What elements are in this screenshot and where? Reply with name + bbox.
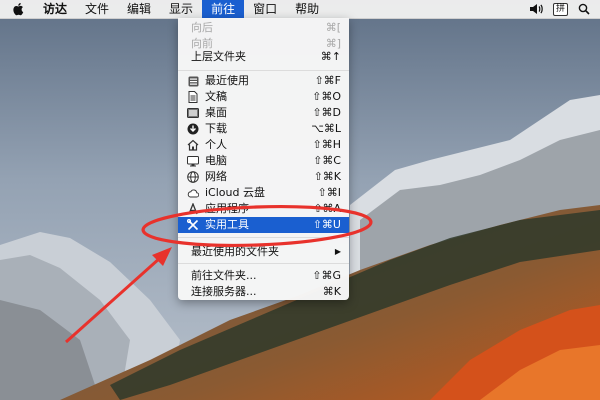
menu-item-enclosing-folder[interactable]: 上层文件夹 ⌘↑ (178, 49, 349, 65)
menubar-view[interactable]: 显示 (160, 0, 202, 18)
cloud-icon (187, 187, 199, 199)
utilities-icon (187, 219, 199, 231)
menu-item-go-to-folder[interactable]: 前往文件夹... ⇧⌘G (178, 268, 349, 284)
menubar-window[interactable]: 窗口 (244, 0, 286, 18)
menu-item-label: 个人 (205, 138, 227, 151)
globe-icon (187, 171, 199, 183)
menu-item-shortcut: ⌘[ (325, 21, 341, 34)
menu-item-label: 连接服务器... (191, 285, 257, 298)
menu-item-documents[interactable]: 文稿 ⇧⌘O (178, 89, 349, 105)
menubar-edit[interactable]: 编辑 (118, 0, 160, 18)
menu-separator (178, 70, 349, 71)
menu-item-shortcut: ⇧⌘H (312, 138, 342, 151)
menu-item-shortcut: ⇧⌘O (312, 90, 341, 103)
menu-item-shortcut: ⇧⌘C (313, 154, 341, 167)
menu-item-shortcut: ⇧⌘D (312, 106, 341, 119)
menu-bar: 访达 文件 编辑 显示 前往 窗口 帮助 拼 (0, 0, 600, 19)
download-icon (187, 123, 199, 135)
menu-item-utilities[interactable]: 实用工具 ⇧⌘U (178, 217, 349, 233)
menu-separator (178, 263, 349, 264)
menu-item-shortcut: ⇧⌘F (314, 74, 341, 87)
menubar-file[interactable]: 文件 (76, 0, 118, 18)
menu-item-shortcut: ⇧⌘G (312, 269, 341, 282)
menubar-go[interactable]: 前往 (202, 0, 245, 18)
menu-item-recent-folders[interactable]: 最近使用的文件夹 ▶ (178, 244, 349, 260)
document-icon (187, 91, 199, 103)
menu-item-shortcut: ⇧⌘U (312, 218, 341, 231)
menu-item-applications[interactable]: 应用程序 ⇧⌘A (178, 201, 349, 217)
menu-item-label: 桌面 (205, 106, 227, 119)
menu-item-home[interactable]: 个人 ⇧⌘H (178, 137, 349, 153)
menu-item-label: 实用工具 (205, 218, 249, 231)
desktop-icon (187, 107, 199, 119)
menu-item-label: 最近使用 (205, 74, 249, 87)
menu-item-label: 应用程序 (205, 202, 249, 215)
menu-item-label: 下载 (205, 122, 227, 135)
menu-item-connect-to-server[interactable]: 连接服务器... ⌘K (178, 284, 349, 300)
menu-item-label: 上层文件夹 (191, 50, 246, 63)
applications-icon (187, 203, 199, 215)
menu-item-label: 最近使用的文件夹 (191, 245, 279, 258)
menubar-finder[interactable]: 访达 (34, 0, 76, 18)
clock-icon (187, 75, 199, 87)
volume-icon[interactable] (529, 3, 543, 15)
spotlight-search-icon[interactable] (578, 3, 590, 15)
menu-item-label: 向后 (191, 21, 213, 34)
input-method-indicator[interactable]: 拼 (552, 2, 568, 16)
menu-item-downloads[interactable]: 下载 ⌥⌘L (178, 121, 349, 137)
go-menu-dropdown: 向后 ⌘[ 向前 ⌘] 上层文件夹 ⌘↑ 最近使用 ⇧⌘F 文稿 ⇧⌘O 桌面 … (178, 18, 349, 300)
menu-item-recents[interactable]: 最近使用 ⇧⌘F (178, 73, 349, 89)
home-icon (187, 139, 199, 151)
menu-item-computer[interactable]: 电脑 ⇧⌘C (178, 153, 349, 169)
menu-item-label: 网络 (205, 170, 227, 183)
computer-icon (187, 155, 199, 167)
menubar-help[interactable]: 帮助 (286, 0, 328, 18)
submenu-arrow-icon: ▶ (334, 247, 341, 256)
menu-separator (178, 237, 349, 238)
menu-item-shortcut: ⇧⌘I (317, 186, 341, 199)
menu-item-shortcut: ⌥⌘L (311, 122, 341, 135)
menu-item-shortcut: ⌘↑ (320, 50, 341, 63)
menu-item-shortcut: ⌘K (322, 285, 341, 298)
apple-icon[interactable] (10, 1, 26, 17)
menu-item-desktop[interactable]: 桌面 ⇧⌘D (178, 105, 349, 121)
menu-item-label: 电脑 (205, 154, 227, 167)
menu-item-icloud-drive[interactable]: iCloud 云盘 ⇧⌘I (178, 185, 349, 201)
menu-item-back[interactable]: 向后 ⌘[ (178, 20, 349, 36)
menu-item-network[interactable]: 网络 ⇧⌘K (178, 169, 349, 185)
menu-item-label: 文稿 (205, 90, 227, 103)
menu-item-shortcut: ⇧⌘A (313, 202, 341, 215)
menu-item-label: 前往文件夹... (191, 269, 257, 282)
menu-item-shortcut: ⇧⌘K (313, 170, 341, 183)
menu-item-label: iCloud 云盘 (205, 186, 265, 199)
